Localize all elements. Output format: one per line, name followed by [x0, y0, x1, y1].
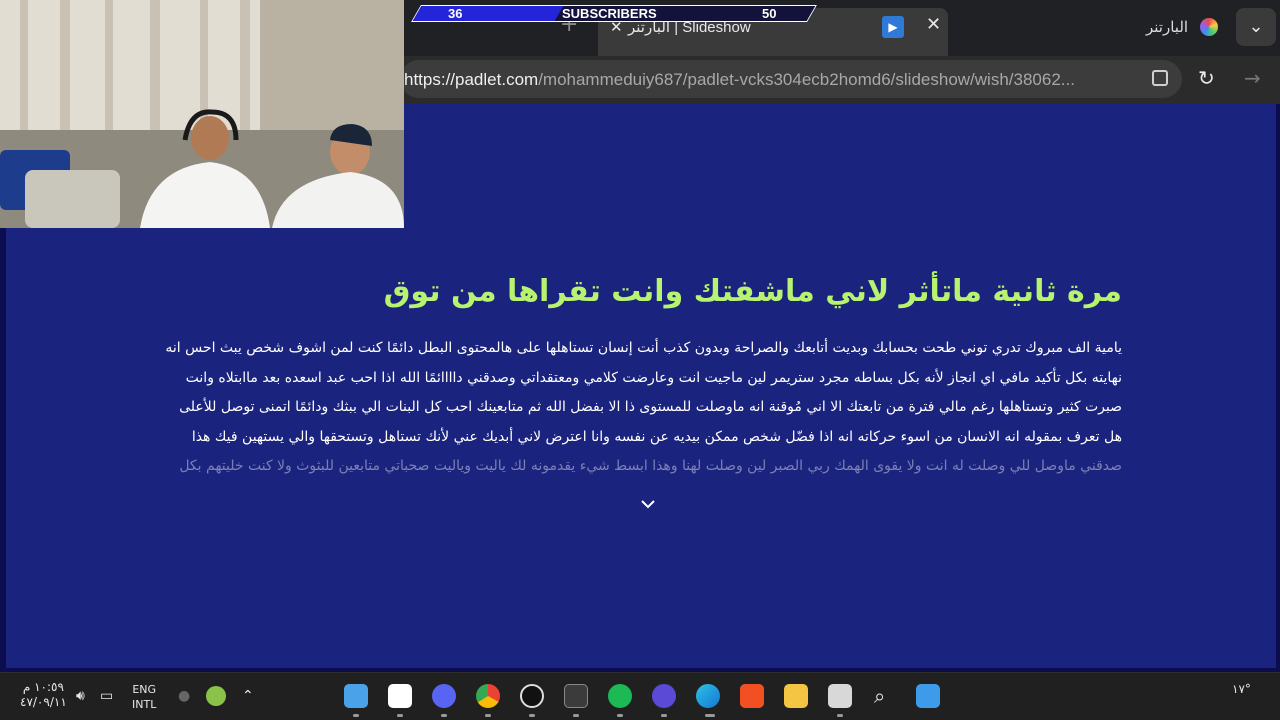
taskbar-indicator — [661, 714, 667, 717]
post-line: صبرت كثير وتستاهلها رغم مالي فترة من تاب… — [179, 399, 1122, 415]
volume-icon[interactable]: 🔊︎ — [76, 688, 85, 704]
terminal-icon[interactable] — [564, 684, 588, 708]
screen: + ✕ البارتنر | Slideshow ▶ ✕ البارتنر ⌄ … — [0, 0, 1280, 720]
taskbar-indicator — [397, 714, 403, 717]
taskbar-indicator — [573, 714, 579, 717]
url-host: https://padlet.com — [404, 70, 539, 89]
taskbar-indicator — [353, 714, 359, 717]
media-play-icon[interactable]: ▶ — [882, 16, 904, 38]
taskbar-app-icon[interactable] — [388, 684, 412, 708]
language-switcher[interactable]: ENG INTL — [132, 682, 156, 712]
url-text[interactable]: https://padlet.com/mohammeduiy687/padlet… — [404, 70, 1144, 90]
windows-start-icon[interactable] — [916, 684, 940, 708]
taskbar — [0, 672, 1280, 720]
clock-date: ٤٧/٠٩/١١ — [20, 695, 67, 709]
tab-title-other[interactable]: البارتنر — [1146, 18, 1188, 36]
expand-chevron-icon[interactable] — [638, 497, 658, 511]
post-line: نهايته بكل تأكيد مافي اي انجاز لأنه بكل … — [185, 369, 1122, 386]
post-line-faded: صدقني ماوصل للي وصلت له انت ولا يقوى اله… — [179, 458, 1122, 474]
post-line: يامية الف مبروك تدري توني طحت بحسابك وبد… — [166, 340, 1122, 356]
forward-arrow-icon[interactable]: → — [1244, 66, 1261, 90]
close-icon[interactable]: ✕ — [926, 14, 941, 35]
taskbar-clock[interactable]: ١٠:٥٩ م ٤٧/٠٩/١١ — [20, 680, 67, 710]
taskbar-app-icon[interactable] — [828, 684, 852, 708]
taskbar-indicator — [837, 714, 843, 717]
mic-icon[interactable]: ● — [178, 688, 190, 704]
taskbar-app-icon[interactable] — [652, 684, 676, 708]
store-icon[interactable] — [740, 684, 764, 708]
padlet-favicon-icon — [1200, 18, 1218, 36]
tray-app-icon[interactable] — [206, 686, 226, 706]
discord-icon[interactable] — [432, 684, 456, 708]
lang-secondary: INTL — [132, 698, 157, 711]
taskbar-indicator — [617, 714, 623, 717]
edge-icon[interactable] — [696, 684, 720, 708]
obs-icon[interactable] — [520, 684, 544, 708]
tray-chevron-up-icon[interactable]: ⌃ — [242, 688, 254, 704]
taskbar-indicator — [529, 714, 535, 717]
clock-time: ١٠:٥٩ م — [22, 680, 64, 694]
curtain — [0, 0, 260, 140]
taskbar-indicator — [441, 714, 447, 717]
lang-primary: ENG — [132, 683, 157, 696]
subscriber-count-current: 36 — [448, 6, 463, 21]
webcam-overlay — [0, 0, 404, 228]
search-icon[interactable]: ⌕ — [874, 684, 885, 708]
lock-icon[interactable] — [1152, 70, 1168, 86]
spotify-icon[interactable] — [608, 684, 632, 708]
tab-list-chevron-icon[interactable]: ⌄ — [1236, 8, 1276, 46]
taskbar-indicator-active — [705, 714, 715, 717]
url-path: /mohammeduiy687/padlet-vcks304ecb2homd6/… — [538, 70, 1075, 89]
subscriber-count-goal: 50 — [762, 6, 777, 21]
subscriber-label: SUBSCRIBERS — [562, 6, 657, 21]
post-title: مرة ثانية ماتأثر لاني ماشفتك وانت تقراها… — [383, 274, 1122, 309]
subscriber-progress-fill — [412, 6, 564, 21]
weather-temperature[interactable]: ١٧° — [1232, 682, 1251, 696]
taskbar-app-icon[interactable] — [344, 684, 368, 708]
file-explorer-icon[interactable] — [784, 684, 808, 708]
display-icon[interactable]: ▭ — [100, 688, 113, 704]
reload-icon[interactable]: ↻ — [1198, 66, 1215, 90]
chrome-icon[interactable] — [476, 684, 500, 708]
taskbar-indicator — [485, 714, 491, 717]
post-line: هل تعرف بمقوله انه الانسان من اسوء حركات… — [191, 428, 1122, 445]
post-body: يامية الف مبروك تدري توني طحت بحسابك وبد… — [166, 334, 1122, 482]
